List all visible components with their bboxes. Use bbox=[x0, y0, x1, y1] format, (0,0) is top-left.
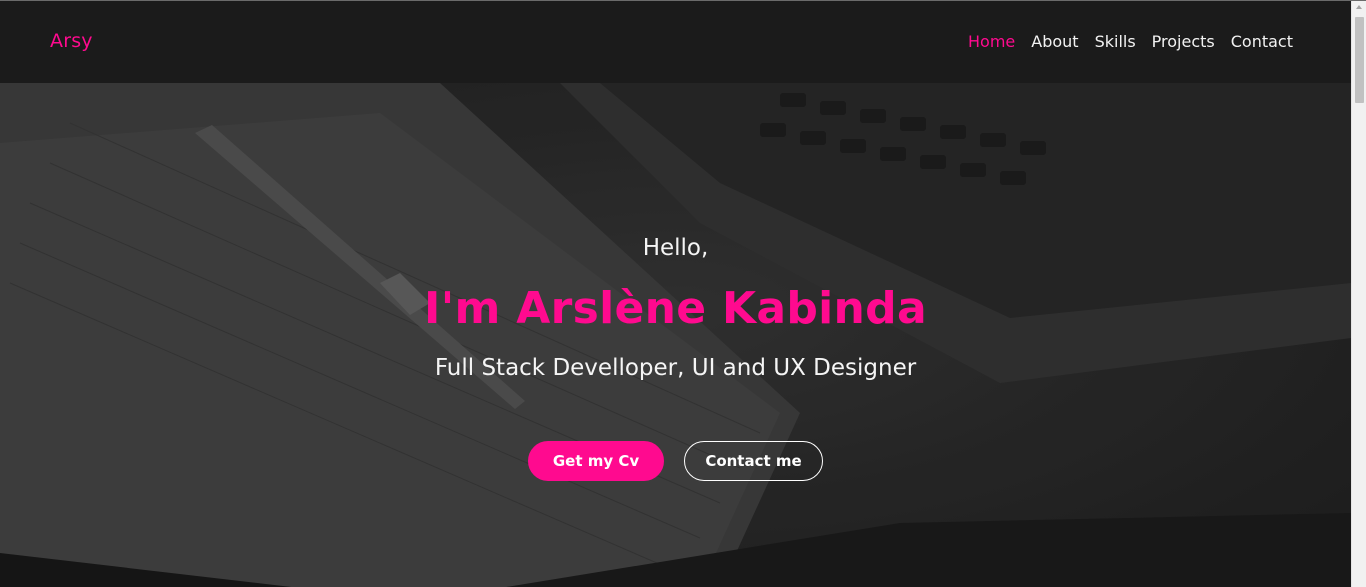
hero-section: Hello, I'm Arslène Kabinda Full Stack De… bbox=[0, 83, 1351, 587]
hero-greeting: Hello, bbox=[642, 235, 709, 261]
brand-logo[interactable]: Arsy bbox=[50, 30, 93, 52]
get-cv-button[interactable]: Get my Cv bbox=[528, 441, 664, 481]
navbar: Arsy Home About Skills Projects Contact bbox=[0, 1, 1351, 83]
hero-subtitle: Full Stack Develloper, UI and UX Designe… bbox=[434, 355, 917, 381]
nav-link-skills[interactable]: Skills bbox=[1095, 32, 1136, 51]
nav-link-projects[interactable]: Projects bbox=[1152, 32, 1215, 51]
page: Arsy Home About Skills Projects Contact bbox=[0, 0, 1366, 587]
hero-content: Hello, I'm Arslène Kabinda Full Stack De… bbox=[0, 83, 1351, 587]
nav-link-about[interactable]: About bbox=[1031, 32, 1078, 51]
scroll-up-arrow-icon[interactable] bbox=[1356, 5, 1362, 9]
scrollbar-thumb[interactable] bbox=[1355, 17, 1364, 103]
hero-buttons: Get my Cv Contact me bbox=[0, 441, 1351, 481]
hero-headline: I'm Arslène Kabinda bbox=[424, 283, 927, 334]
vertical-scrollbar[interactable] bbox=[1351, 1, 1366, 587]
contact-me-button[interactable]: Contact me bbox=[684, 441, 823, 481]
nav-links: Home About Skills Projects Contact bbox=[968, 32, 1293, 51]
nav-link-contact[interactable]: Contact bbox=[1231, 32, 1293, 51]
nav-link-home[interactable]: Home bbox=[968, 32, 1015, 51]
